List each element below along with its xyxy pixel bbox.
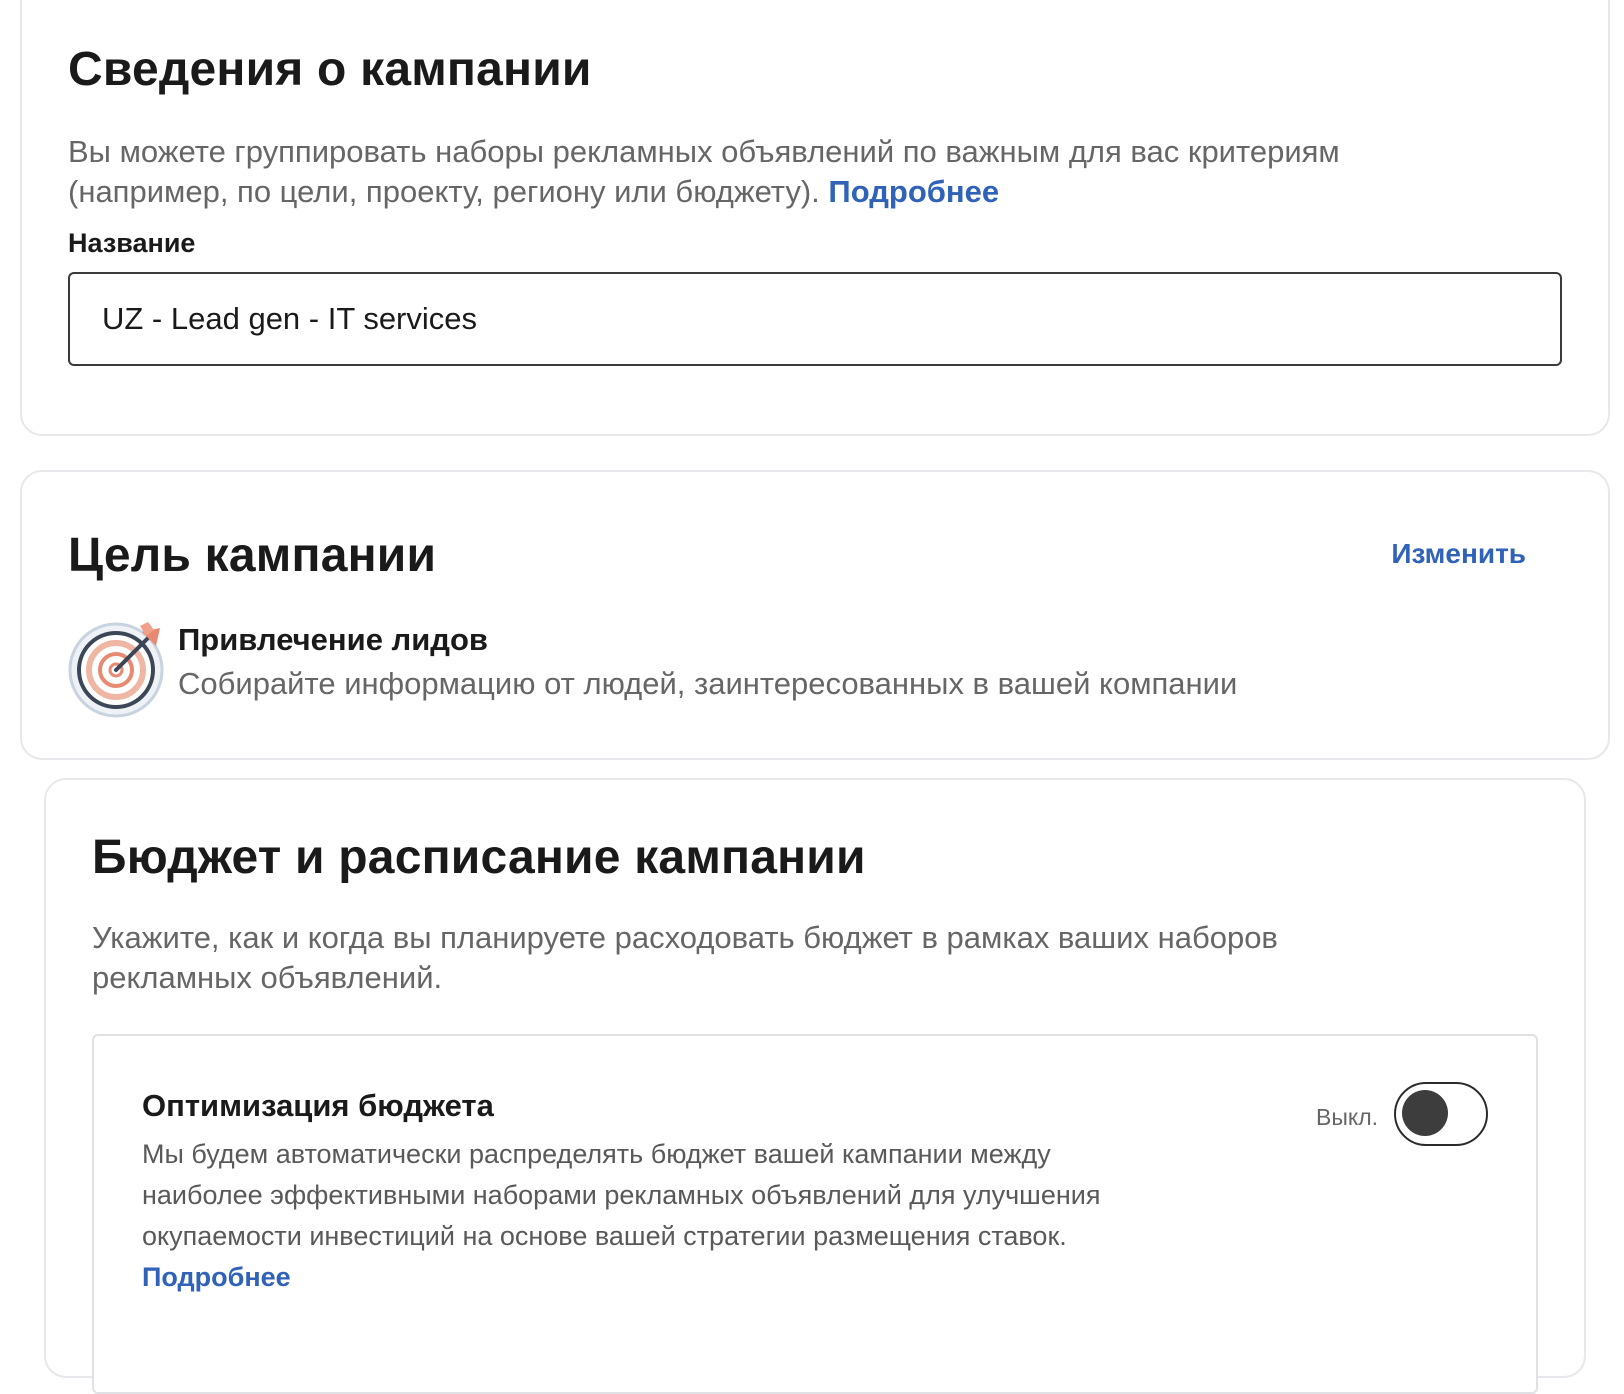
budget-optimization-box: Оптимизация бюджета Мы будем автоматичес… [92,1034,1538,1394]
edit-goal-link[interactable]: Изменить [1391,538,1526,570]
campaign-details-card: Сведения о кампании Вы можете группирова… [20,0,1610,436]
budget-optimization-description-text: Мы будем автоматически распределять бюдж… [142,1139,1101,1251]
target-icon [68,622,164,718]
budget-optimization-learn-more-link[interactable]: Подробнее [142,1262,291,1292]
campaign-goal-title: Цель кампании [68,529,437,582]
campaign-details-description-text: Вы можете группировать наборы рекламных … [68,134,1340,209]
budget-optimization-description: Мы будем автоматически распределять бюдж… [142,1134,1162,1298]
budget-schedule-card: Бюджет и расписание кампании Укажите, ка… [44,778,1586,1394]
campaign-name-input[interactable] [68,272,1562,366]
toggle-knob [1402,1090,1448,1136]
campaign-details-learn-more-link[interactable]: Подробнее [828,174,999,209]
budget-optimization-title: Оптимизация бюджета [142,1088,494,1123]
goal-description: Собирайте информацию от людей, заинтерес… [178,666,1238,701]
campaign-goal-card: Цель кампании Изменить Привлечение лидов… [20,470,1610,760]
budget-optimization-toggle-state: Выкл. [1316,1104,1379,1130]
campaign-name-label: Название [68,228,196,258]
campaign-details-description: Вы можете группировать наборы рекламных … [68,132,1488,212]
budget-schedule-description: Укажите, как и когда вы планируете расхо… [92,920,1278,995]
budget-schedule-title: Бюджет и расписание кампании [92,831,866,884]
goal-name: Привлечение лидов [178,622,488,657]
budget-optimization-toggle[interactable] [1394,1082,1488,1146]
campaign-details-title: Сведения о кампании [68,43,592,96]
